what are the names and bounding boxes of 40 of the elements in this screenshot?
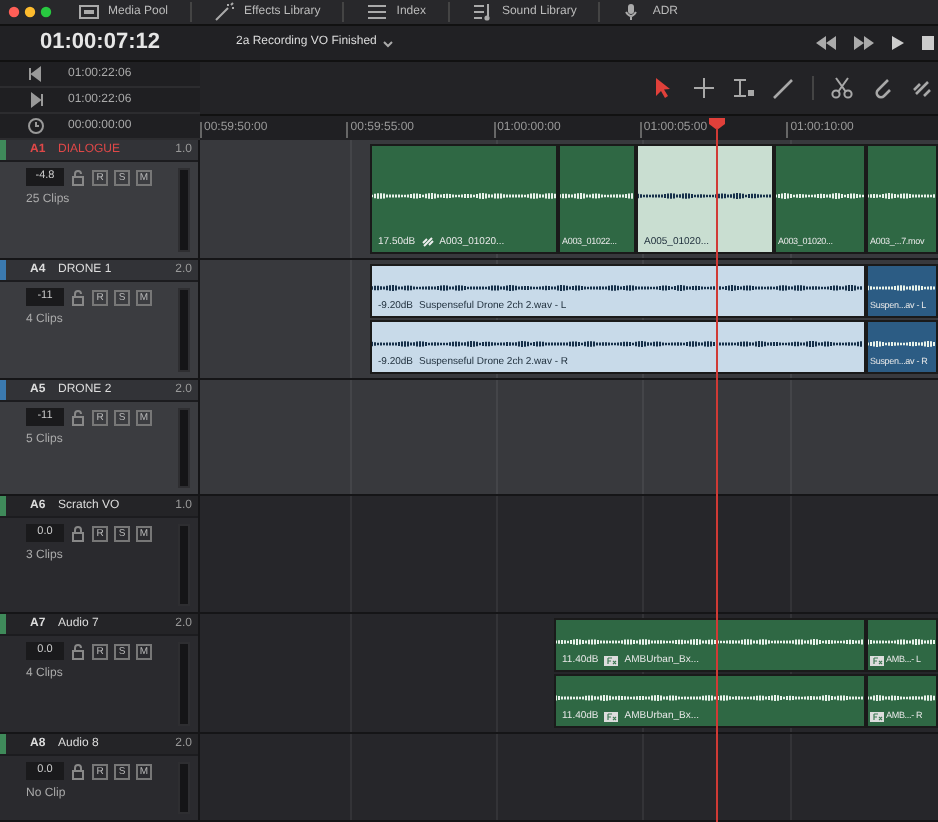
playhead-icon[interactable] [708,118,726,822]
open-padlock-icon[interactable] [70,643,86,659]
level-meter [178,408,190,488]
magnet-icon[interactable] [870,76,894,100]
waveform-drawing [868,188,936,204]
waveform-drawing [868,634,936,650]
rewind-icon[interactable] [816,36,836,50]
pen-icon[interactable] [772,76,796,100]
waveform-drawing [560,188,634,204]
photo-stack-icon [78,2,100,22]
mark-in-icon [26,64,46,84]
level-meter [178,642,190,726]
chevron-down-icon [382,39,395,47]
waveform-drawing [868,280,936,296]
mark-out-icon [26,90,46,110]
waveform-drawing [776,188,864,204]
play-icon[interactable] [892,36,904,50]
level-meter [178,762,190,814]
level-meter [178,524,190,606]
waveform-drawing [868,690,936,706]
padlock-icon[interactable] [70,525,86,541]
chain-link-icon[interactable] [910,76,934,100]
fast-forward-icon[interactable] [854,36,874,50]
padlock-icon[interactable] [70,763,86,779]
waveform-drawing [638,188,772,204]
clock-icon [26,116,46,136]
music-list-icon [471,2,494,22]
open-padlock-icon[interactable] [70,169,86,185]
level-meter [178,168,190,252]
trim-icon[interactable] [732,76,756,100]
magic-wand-icon [214,2,237,22]
open-padlock-icon[interactable] [70,289,86,305]
list-icon [366,2,389,22]
scissors-icon[interactable] [830,76,854,100]
open-padlock-icon[interactable] [70,409,86,425]
window-controls-icon [8,6,56,18]
waveform-drawing [868,336,936,352]
timecode-display: 01:00:07:12 [40,28,160,59]
level-meter [178,288,190,372]
crosshair-icon[interactable] [692,76,716,100]
